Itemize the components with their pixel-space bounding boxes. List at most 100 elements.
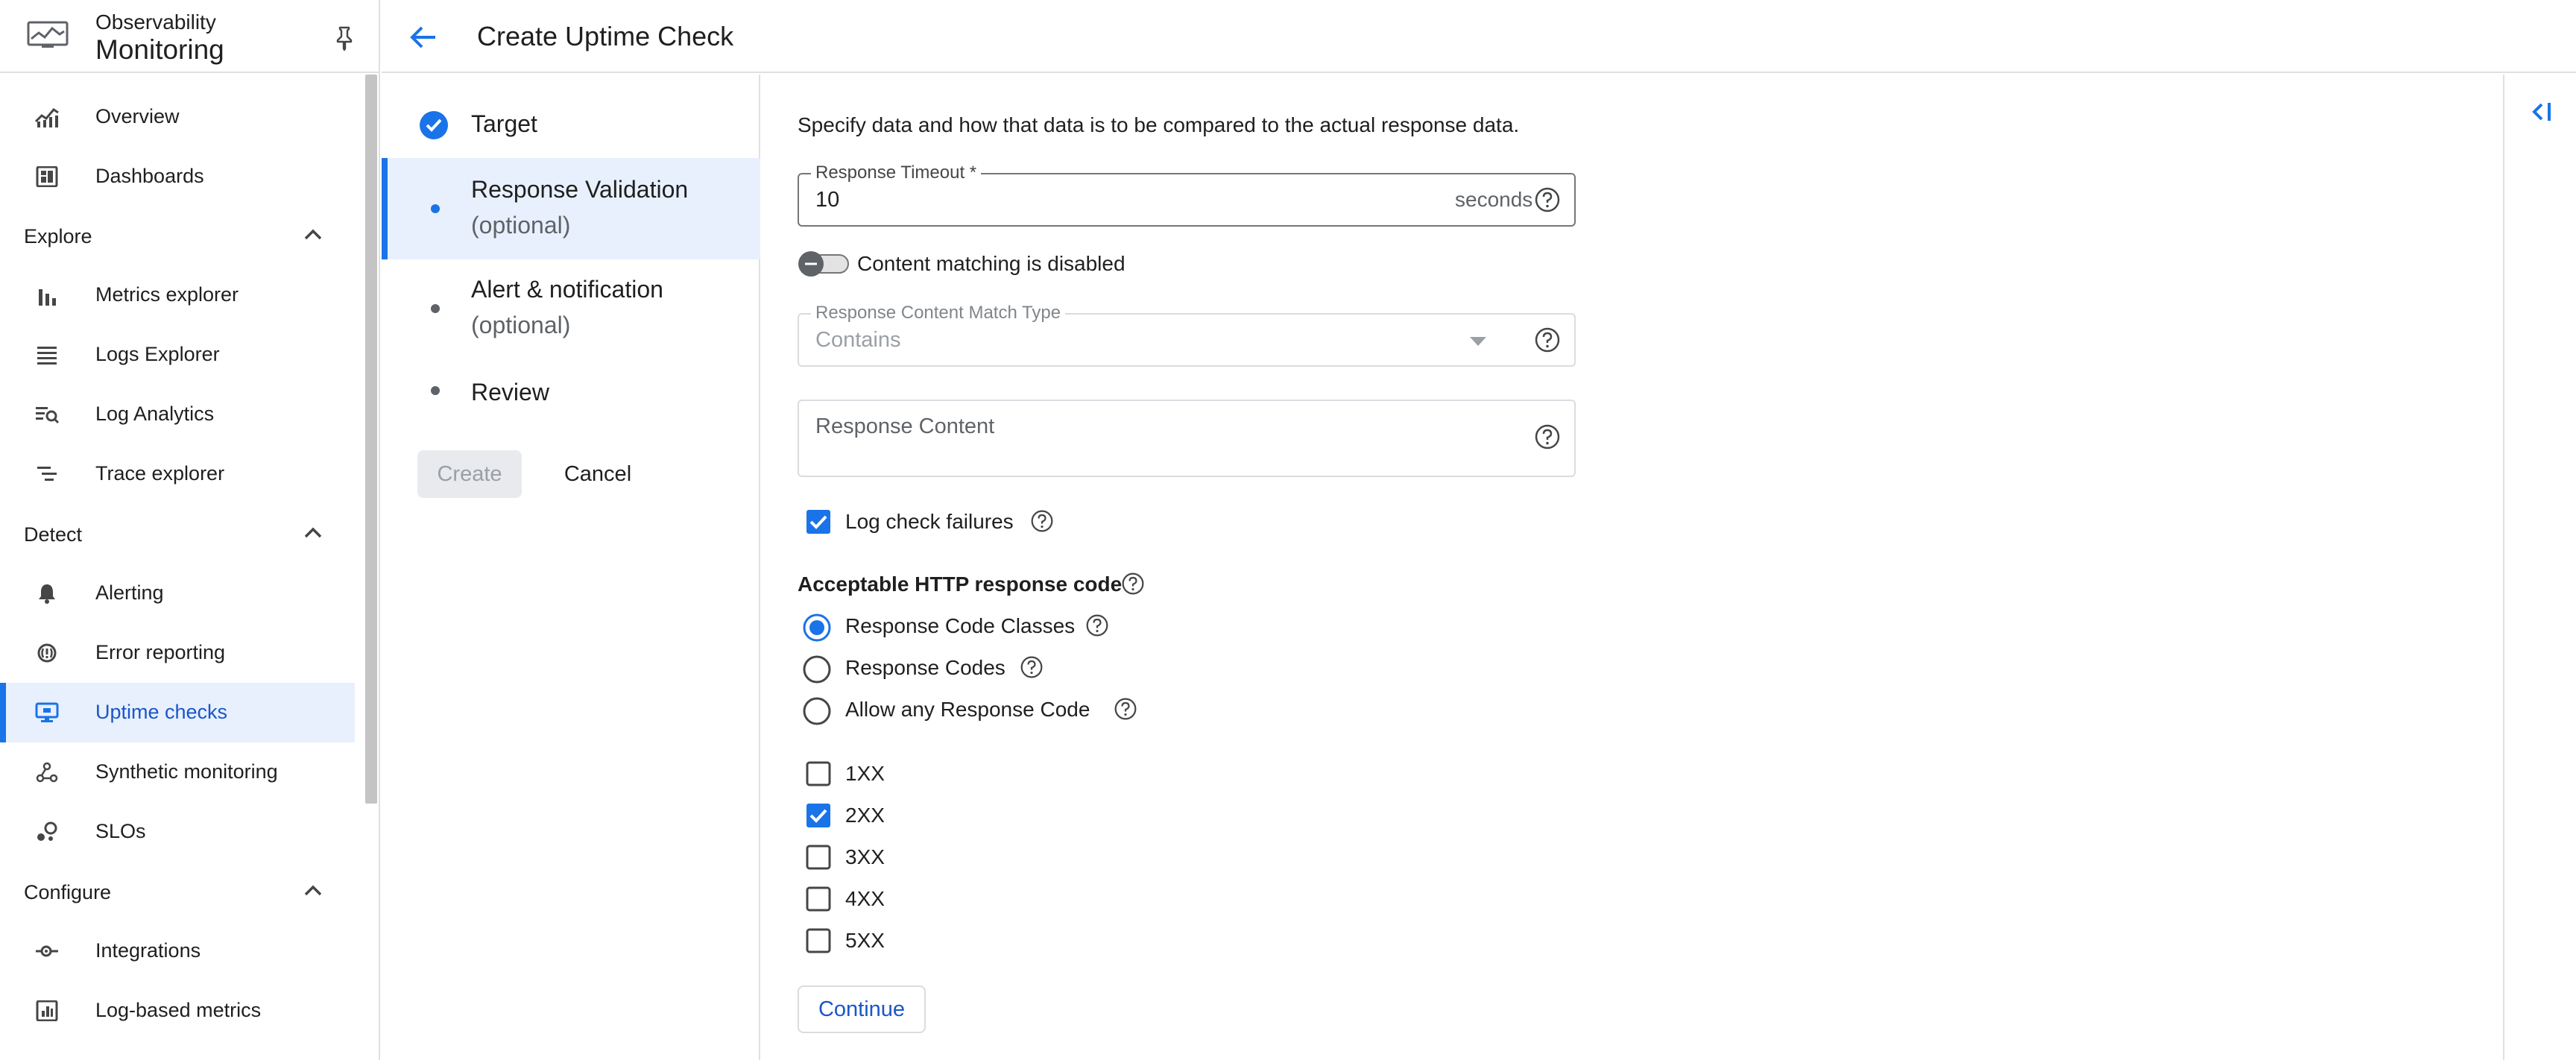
sidebar-scrollbar[interactable]	[365, 75, 377, 804]
sidebar-item-alerting[interactable]: Alerting	[0, 564, 356, 623]
sidebar-item-label: Synthetic monitoring	[95, 760, 278, 783]
sidebar-item-logs-explorer[interactable]: Logs Explorer	[0, 325, 356, 385]
help-icon[interactable]	[1114, 697, 1137, 721]
radio-response-code-classes[interactable]	[802, 613, 832, 643]
sidebar-item-label: Dashboards	[95, 165, 204, 187]
content-matching-toggle[interactable]	[798, 250, 851, 277]
step-title: Response Validation	[471, 176, 689, 203]
step-dot	[431, 386, 440, 395]
dashboard-icon	[36, 166, 58, 187]
sidebar-item-log-based-metrics[interactable]: Log-based metrics	[0, 981, 356, 1041]
help-icon[interactable]	[1121, 572, 1145, 596]
form-intro: Specify data and how that data is to be …	[798, 113, 1520, 136]
help-icon[interactable]	[1085, 613, 1109, 637]
step-title: Alert & notification	[471, 276, 663, 303]
step-dot	[431, 204, 440, 213]
step-subtitle: (optional)	[471, 312, 571, 338]
radio-label: Allow any Response Code	[845, 698, 1090, 721]
checkbox-1xx[interactable]	[805, 760, 832, 787]
log-failures-checkbox[interactable]	[805, 508, 832, 535]
sidebar-item-label: Logs Explorer	[95, 343, 220, 365]
sidebar-item-label: Overview	[95, 105, 180, 127]
help-icon[interactable]	[1534, 186, 1561, 213]
step-target[interactable]: Target	[382, 110, 760, 140]
sidebar-item-label: Alerting	[95, 581, 164, 604]
http-code-title: Acceptable HTTP response code	[798, 572, 1123, 596]
checkbox-5xx[interactable]	[805, 927, 832, 954]
match-type-select[interactable]: Response Content Match Type Contains	[798, 303, 1576, 367]
checkbox-4xx[interactable]	[805, 886, 832, 912]
help-icon[interactable]	[1534, 326, 1561, 353]
create-button[interactable]: Create	[417, 450, 522, 498]
sidebar-item-trace-explorer[interactable]: Trace explorer	[0, 444, 356, 504]
checkbox-label: 3XX	[845, 845, 885, 868]
sidebar-item-metrics-explorer[interactable]: Metrics explorer	[0, 265, 356, 325]
chevron-up-icon	[304, 229, 322, 240]
help-icon[interactable]	[1030, 509, 1054, 533]
section-configure[interactable]: Configure	[0, 869, 356, 914]
response-content-placeholder: Response Content	[815, 414, 995, 438]
section-label: Explore	[24, 225, 92, 247]
step-response-validation[interactable]: Response Validation (optional)	[382, 158, 760, 259]
content-matching-label: Content matching is disabled	[857, 252, 1126, 275]
help-icon[interactable]	[1534, 423, 1561, 450]
chevron-up-icon	[304, 885, 322, 896]
timeout-unit: seconds	[1455, 188, 1533, 211]
step-title: Target	[471, 110, 537, 137]
sidebar-item-overview[interactable]: Overview	[0, 87, 356, 147]
product-header: Observability Monitoring	[0, 0, 380, 73]
monitor-icon	[35, 702, 59, 722]
checkbox-label: 5XX	[845, 929, 885, 952]
sidebar-item-log-analytics[interactable]: Log Analytics	[0, 385, 356, 444]
step-review[interactable]: Review	[382, 379, 760, 408]
sidebar-item-error-reporting[interactable]: Error reporting	[0, 623, 356, 683]
right-rail	[2503, 75, 2576, 1060]
section-explore[interactable]: Explore	[0, 213, 356, 258]
response-timeout-field[interactable]: Response Timeout * 10 seconds	[798, 163, 1576, 227]
continue-button[interactable]: Continue	[798, 985, 926, 1033]
product-title: Monitoring	[95, 34, 224, 65]
cancel-button[interactable]: Cancel	[546, 450, 650, 498]
sidebar-item-label: Trace explorer	[95, 462, 225, 485]
radio-label: Response Codes	[845, 656, 1006, 679]
pin-icon[interactable]	[334, 25, 355, 51]
stepper: Target Response Validation (optional) Al…	[382, 75, 760, 1060]
help-icon[interactable]	[1020, 655, 1044, 679]
checkbox-label: 2XX	[845, 804, 885, 827]
response-content-field[interactable]: Response Content	[798, 400, 1576, 477]
sidebar-item-label: Error reporting	[95, 641, 226, 663]
trace-icon	[37, 467, 57, 481]
response-timeout-input[interactable]: 10	[815, 188, 839, 212]
section-label: Detect	[24, 523, 83, 546]
section-detect[interactable]: Detect	[0, 511, 356, 556]
monitoring-logo-icon	[27, 21, 69, 48]
product-subtitle: Observability	[95, 10, 216, 34]
sidebar-item-label: Integrations	[95, 939, 201, 962]
radio-label: Response Code Classes	[845, 614, 1076, 637]
step-dot	[431, 304, 440, 313]
sidebar-item-label: Metrics explorer	[95, 283, 239, 306]
sidebar-item-synthetic-monitoring[interactable]: Synthetic monitoring	[0, 742, 356, 802]
sidebar-item-dashboards[interactable]: Dashboards	[0, 147, 356, 206]
sidebar-item-label: Uptime checks	[95, 701, 228, 723]
field-label: Response Content Match Type	[811, 303, 1066, 324]
synthetic-icon	[36, 762, 58, 783]
sidebar-item-slos[interactable]: SLOs	[0, 802, 356, 862]
collapse-panel-icon[interactable]	[2528, 98, 2555, 125]
radio-allow-any-code[interactable]	[802, 696, 832, 726]
log-search-icon	[36, 407, 60, 424]
checkbox-2xx[interactable]	[805, 802, 832, 829]
sidebar-item-uptime-checks[interactable]: Uptime checks	[0, 683, 355, 742]
back-arrow-icon[interactable]	[408, 22, 438, 52]
step-alert-notification[interactable]: Alert & notification (optional)	[382, 276, 760, 350]
log-metrics-icon	[36, 1000, 58, 1021]
field-label: Response Timeout *	[811, 163, 982, 183]
bell-icon	[39, 584, 55, 604]
step-subtitle: (optional)	[471, 212, 571, 239]
match-type-value: Contains	[815, 328, 901, 352]
checkbox-3xx[interactable]	[805, 844, 832, 871]
page-title: Create Uptime Check	[477, 21, 734, 51]
sidebar-item-integrations[interactable]: Integrations	[0, 921, 356, 981]
check-circle-icon	[420, 111, 448, 139]
radio-response-codes[interactable]	[802, 654, 832, 684]
